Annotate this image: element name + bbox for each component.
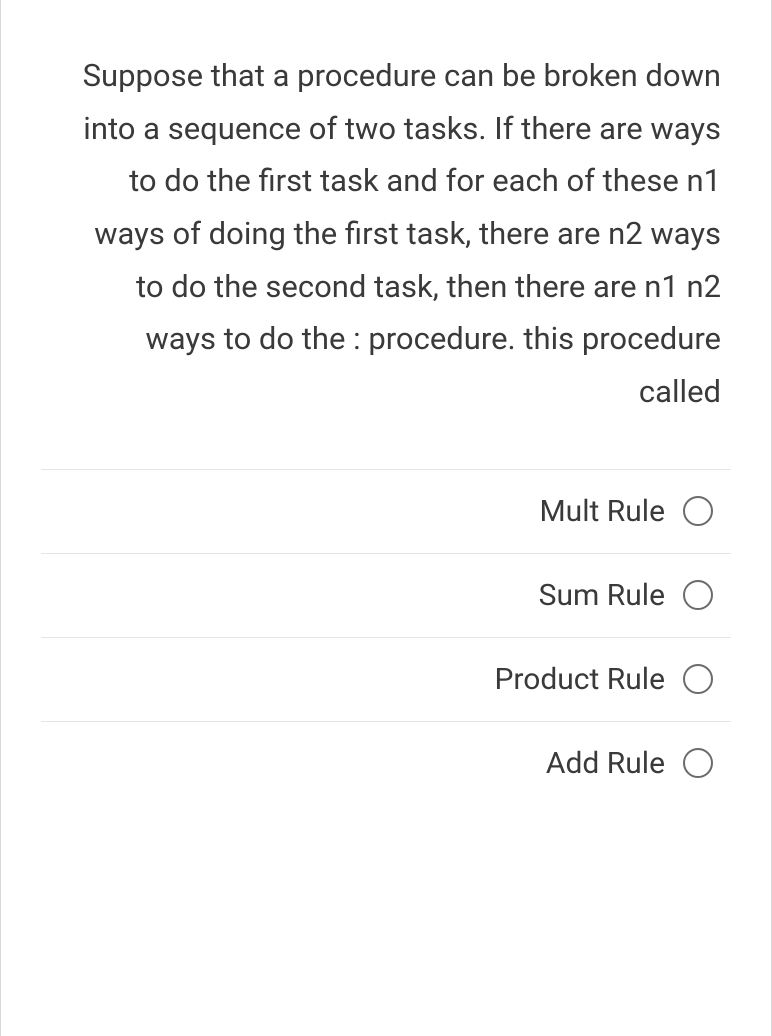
option-row-add-rule[interactable]: Add Rule xyxy=(41,721,731,805)
option-label: Product Rule xyxy=(494,662,665,697)
radio-button[interactable] xyxy=(683,748,713,778)
option-label: Sum Rule xyxy=(539,578,665,613)
question-card: Suppose that a procedure can be broken d… xyxy=(0,0,772,1036)
options-list: Mult Rule Sum Rule Product Rule Add Rule xyxy=(41,469,731,805)
option-label: Mult Rule xyxy=(539,494,665,529)
radio-button[interactable] xyxy=(683,496,713,526)
option-label: Add Rule xyxy=(546,746,665,781)
radio-button[interactable] xyxy=(683,664,713,694)
option-row-sum-rule[interactable]: Sum Rule xyxy=(41,553,731,637)
question-text: Suppose that a procedure can be broken d… xyxy=(41,50,731,459)
radio-button[interactable] xyxy=(683,580,713,610)
option-row-mult-rule[interactable]: Mult Rule xyxy=(41,469,731,553)
option-row-product-rule[interactable]: Product Rule xyxy=(41,637,731,721)
